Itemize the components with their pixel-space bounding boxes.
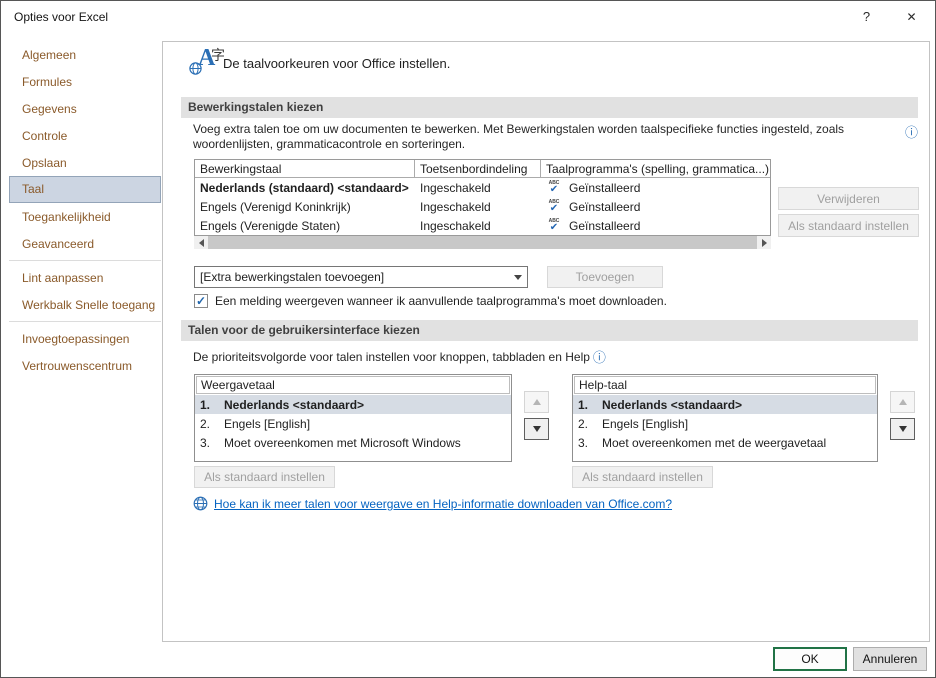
remove-button[interactable]: Verwijderen — [778, 187, 919, 210]
notify-checkbox-row[interactable]: Een melding weergeven wanneer ik aanvull… — [194, 294, 667, 308]
sidebar-item-formules[interactable]: Formules — [9, 68, 161, 95]
sidebar-item-toegankelijkheid[interactable]: Toegankelijkheid — [9, 203, 161, 230]
info-icon[interactable]: ⓘ — [905, 126, 918, 139]
add-button[interactable]: Toevoegen — [547, 266, 663, 288]
scrollbar-thumb[interactable] — [208, 236, 757, 249]
ok-button[interactable]: OK — [773, 647, 847, 671]
info-icon[interactable]: ⓘ — [593, 351, 606, 364]
table-row[interactable]: Engels (Verenigd Koninkrijk) Ingeschakel… — [195, 197, 770, 216]
globe-icon — [189, 62, 202, 75]
globe-download-icon — [193, 496, 208, 511]
set-default-help-button[interactable]: Als standaard instellen — [572, 466, 713, 488]
notify-checkbox[interactable] — [194, 294, 208, 308]
proofing-abc-icon: ABC ✔ — [548, 198, 560, 214]
list-item[interactable]: 2. Engels [English] — [195, 414, 511, 433]
ui-languages-description: De prioriteitsvolgorde voor talen instel… — [193, 349, 606, 365]
scroll-left-icon[interactable] — [194, 236, 208, 249]
down-arrow-icon — [532, 426, 541, 432]
close-icon: ✕ — [906, 9, 917, 24]
column-header-toetsenbordindeling: Toetsenbordindeling — [415, 160, 541, 178]
editing-languages-table: Bewerkingstaal Toetsenbordindeling Taalp… — [194, 159, 771, 236]
notify-checkbox-label: Een melding weergeven wanneer ik aanvull… — [215, 294, 667, 308]
move-down-button[interactable] — [524, 418, 549, 440]
section-header-editing-languages: Bewerkingstalen kiezen — [181, 97, 918, 118]
down-arrow-icon — [898, 426, 907, 432]
sidebar-item-werkbalk[interactable]: Werkbalk Snelle toegang — [9, 291, 161, 318]
close-button[interactable]: ✕ — [889, 1, 934, 32]
table-row[interactable]: Engels (Verenigde Staten) Ingeschakeld A… — [195, 216, 770, 235]
sidebar-item-controle[interactable]: Controle — [9, 122, 161, 149]
download-link-row: Hoe kan ik meer talen voor weergave en H… — [193, 496, 672, 511]
up-arrow-icon — [898, 399, 907, 405]
help-language-listbox: Help-taal 1. Nederlands <standaard> 2. E… — [572, 374, 878, 462]
sidebar-item-lint-aanpassen[interactable]: Lint aanpassen — [9, 264, 161, 291]
language-icon: A 字 — [189, 46, 225, 75]
column-header-bewerkingstaal: Bewerkingstaal — [195, 160, 415, 178]
window-title: Opties voor Excel — [14, 10, 109, 24]
scroll-right-icon[interactable] — [757, 236, 771, 249]
set-default-display-button[interactable]: Als standaard instellen — [194, 466, 335, 488]
proofing-abc-icon: ABC ✔ — [548, 217, 560, 233]
sidebar-item-opslaan[interactable]: Opslaan — [9, 149, 161, 176]
table-row[interactable]: Nederlands (standaard) <standaard> Inges… — [195, 178, 770, 197]
add-language-combobox[interactable]: [Extra bewerkingstalen toevoegen] — [194, 266, 528, 288]
options-dialog: Opties voor Excel ? ✕ Algemeen Formules … — [0, 0, 936, 678]
list-item[interactable]: 3. Moet overeenkomen met Microsoft Windo… — [195, 433, 511, 452]
cancel-button[interactable]: Annuleren — [853, 647, 927, 671]
move-up-button[interactable] — [524, 391, 549, 413]
set-default-editing-button[interactable]: Als standaard instellen — [778, 214, 919, 237]
download-languages-link[interactable]: Hoe kan ik meer talen voor weergave en H… — [214, 497, 672, 511]
title-bar: Opties voor Excel ? ✕ — [1, 1, 935, 33]
sidebar-divider — [9, 260, 161, 261]
section-header-ui-languages: Talen voor de gebruikersinterface kiezen — [181, 320, 918, 341]
category-sidebar: Algemeen Formules Gegevens Controle Opsl… — [9, 41, 161, 379]
sidebar-item-geavanceerd[interactable]: Geavanceerd — [9, 230, 161, 257]
list-item[interactable]: 1. Nederlands <standaard> — [195, 395, 511, 414]
proofing-abc-icon: ABC ✔ — [548, 179, 560, 195]
help-icon: ? — [862, 9, 871, 24]
horizontal-scrollbar[interactable] — [194, 236, 771, 249]
list-item[interactable]: 1. Nederlands <standaard> — [573, 395, 877, 414]
help-language-header: Help-taal — [574, 376, 876, 394]
list-item[interactable]: 2. Engels [English] — [573, 414, 877, 433]
sidebar-item-invoegtoepassingen[interactable]: Invoegtoepassingen — [9, 325, 161, 352]
help-button[interactable]: ? — [844, 1, 889, 32]
list-item[interactable]: 3. Moet overeenkomen met de weergavetaal — [573, 433, 877, 452]
sidebar-item-vertrouwenscentrum[interactable]: Vertrouwenscentrum — [9, 352, 161, 379]
editing-languages-description: Voeg extra talen toe om uw documenten te… — [193, 122, 845, 151]
chevron-down-icon — [509, 274, 527, 280]
move-up-button[interactable] — [890, 391, 915, 413]
column-header-taalprogrammas: Taalprogramma's (spelling, grammatica...… — [541, 160, 770, 178]
sidebar-divider — [9, 321, 161, 322]
sidebar-item-gegevens[interactable]: Gegevens — [9, 95, 161, 122]
display-language-listbox: Weergavetaal 1. Nederlands <standaard> 2… — [194, 374, 512, 462]
page-title: De taalvoorkeuren voor Office instellen. — [223, 56, 451, 71]
up-arrow-icon — [532, 399, 541, 405]
sidebar-item-algemeen[interactable]: Algemeen — [9, 41, 161, 68]
language-settings-panel: A 字 De taalvoorkeuren voor Office instel… — [162, 41, 930, 642]
display-language-header: Weergavetaal — [196, 376, 510, 394]
sidebar-item-taal[interactable]: Taal — [9, 176, 161, 203]
move-down-button[interactable] — [890, 418, 915, 440]
table-header-row: Bewerkingstaal Toetsenbordindeling Taalp… — [195, 160, 770, 178]
